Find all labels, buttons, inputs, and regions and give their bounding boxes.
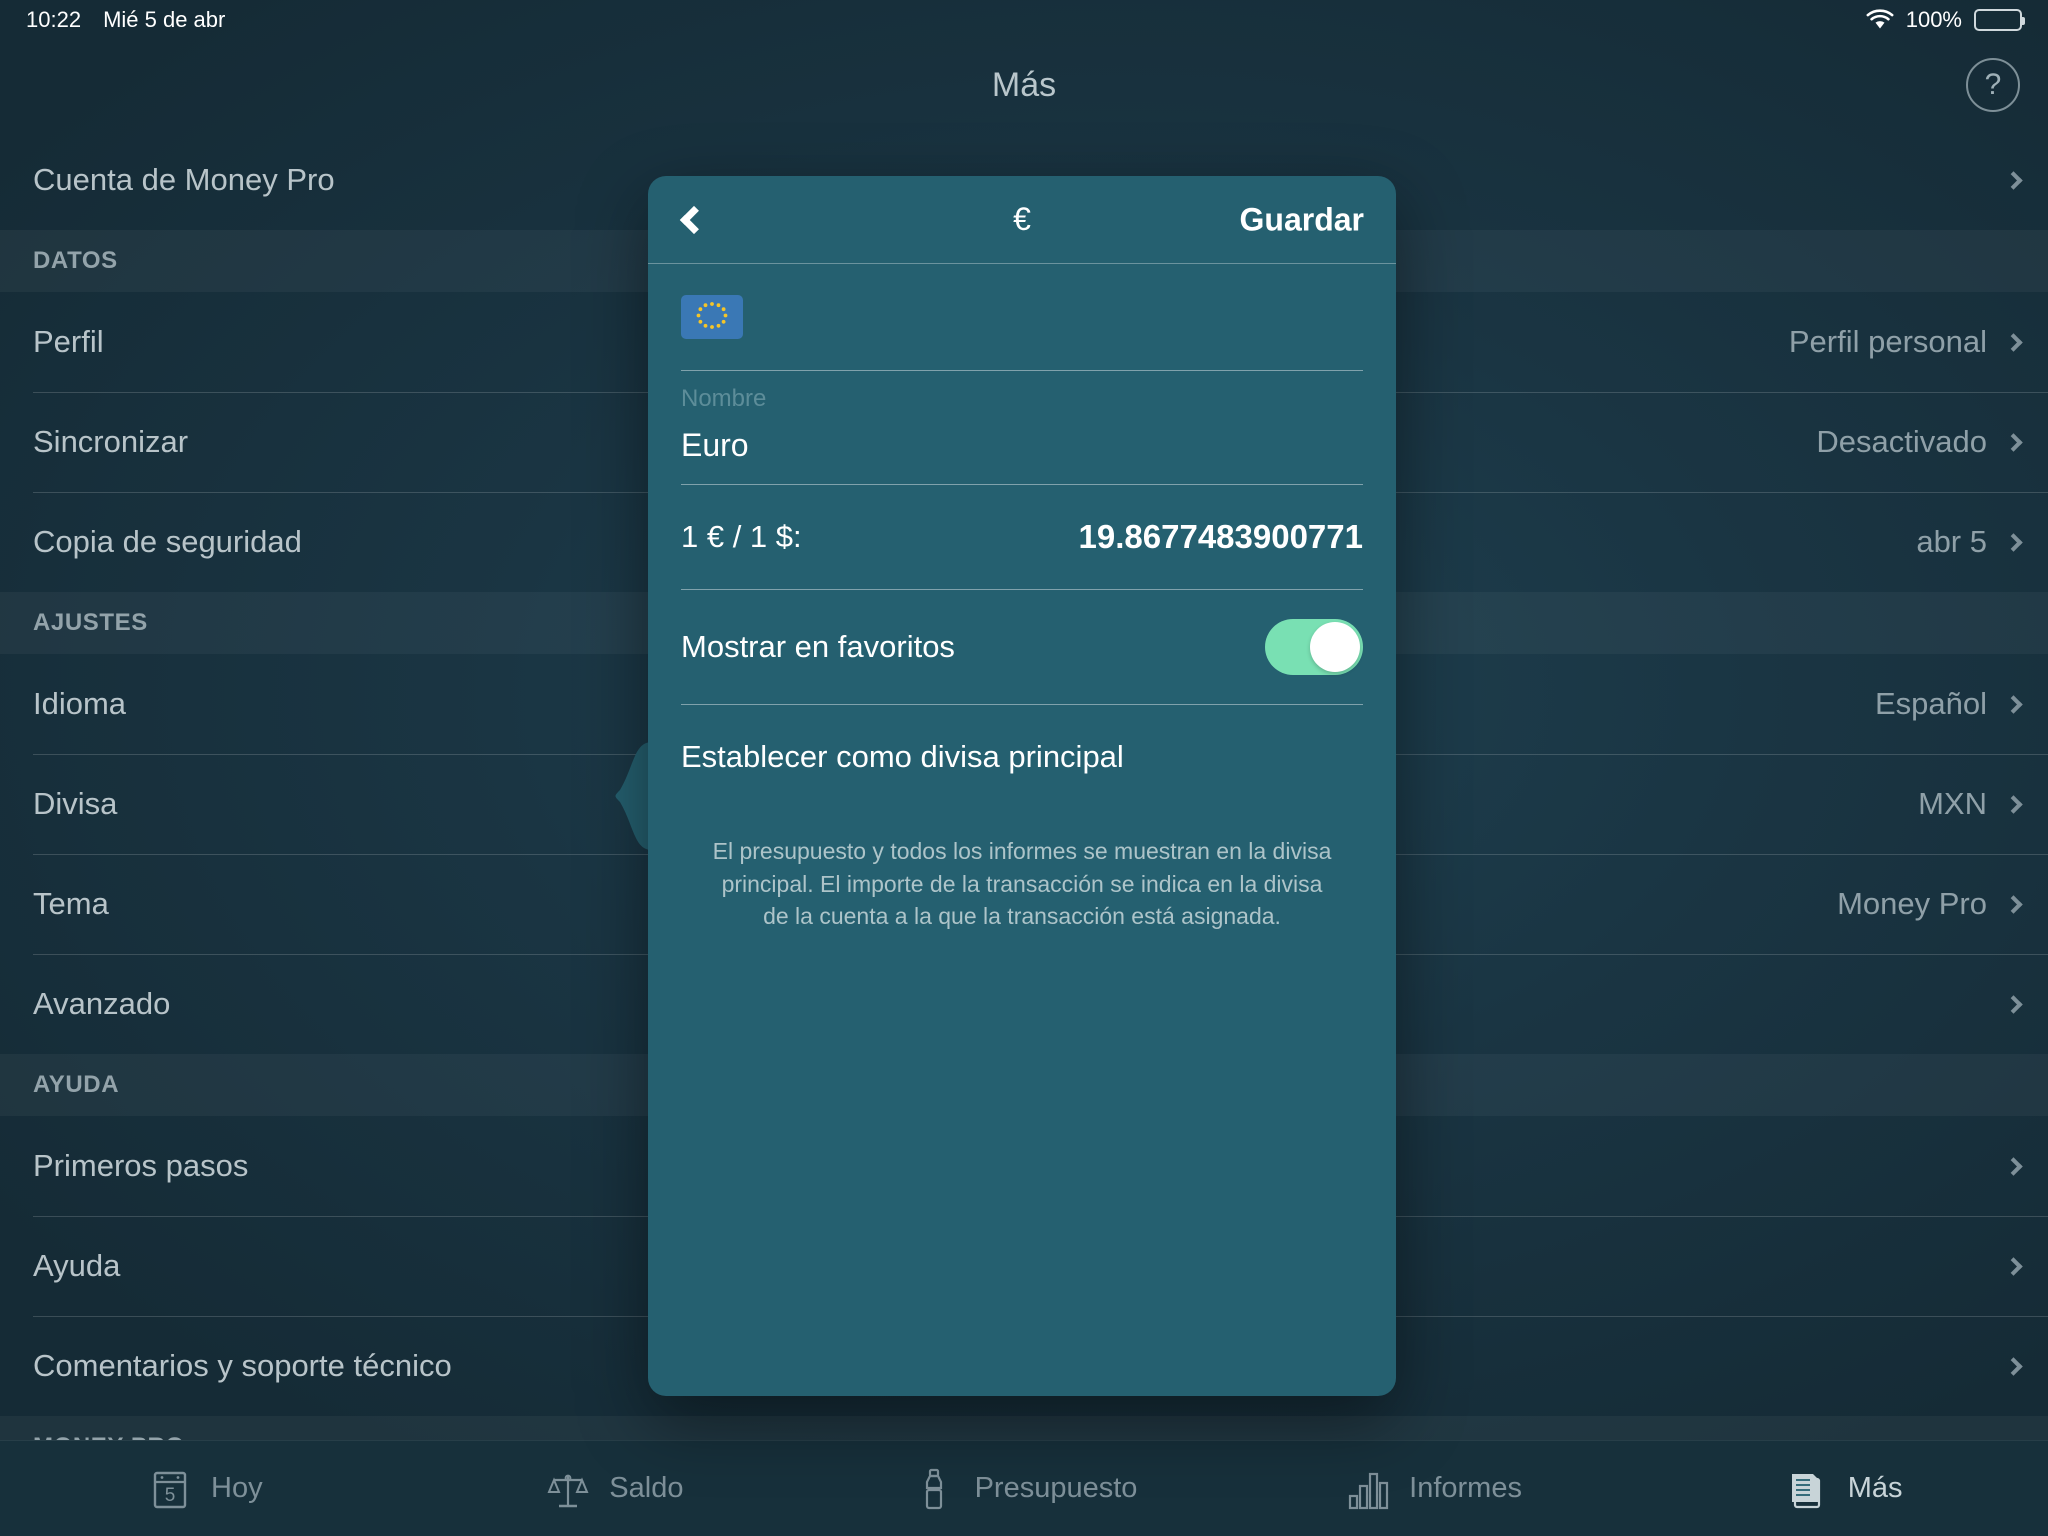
popover-body: Nombre Euro 1 € / 1 $: 19.8677483900771 … — [648, 264, 1396, 809]
row-label: Primeros pasos — [33, 1148, 249, 1183]
svg-text:5: 5 — [165, 1485, 176, 1506]
row-label: Tema — [33, 886, 109, 921]
chevron-right-icon — [2004, 1256, 2023, 1276]
row-label: Ayuda — [33, 1248, 121, 1283]
popover-header: € Guardar — [648, 176, 1396, 264]
nav-bar: Más ? — [0, 40, 2048, 130]
status-bar: 10:22 Mié 5 de abr 100% — [0, 0, 2048, 40]
show-in-favorites-label: Mostrar en favoritos — [681, 629, 955, 664]
status-time: 10:22 — [26, 7, 82, 32]
question-circle-icon[interactable]: ? — [1966, 58, 2020, 112]
row-value: abr 5 — [1916, 524, 1987, 559]
status-date: Mié 5 de abr — [103, 7, 226, 32]
tab-label: Más — [1847, 1472, 1903, 1504]
tab-bar: 5 Hoy Saldo Presupuesto Informes Más — [0, 1440, 2048, 1536]
row-value: Desactivado — [1816, 424, 1987, 459]
popover-note: El presupuesto y todos los informes se m… — [712, 838, 1332, 930]
chevron-right-icon — [2004, 1156, 2023, 1176]
popover-title: € — [1013, 201, 1031, 237]
tab-hoy[interactable]: 5 Hoy — [0, 1466, 410, 1512]
tab-informes[interactable]: Informes — [1229, 1466, 1639, 1512]
row-label: Comentarios y soporte técnico — [33, 1348, 452, 1383]
exchange-rate-row[interactable]: 1 € / 1 $: 19.8677483900771 — [681, 485, 1363, 589]
row-label: Copia de seguridad — [33, 524, 302, 559]
bar-chart-icon — [1345, 1466, 1391, 1512]
row-label: Divisa — [33, 786, 118, 821]
page-title: Más — [991, 65, 1057, 104]
row-value: Español — [1874, 686, 1987, 721]
chevron-right-icon — [2004, 794, 2023, 814]
chevron-right-icon — [2004, 994, 2023, 1014]
battery-full-icon — [1974, 9, 2025, 31]
chevron-right-icon — [2004, 170, 2023, 190]
set-as-main-currency-button[interactable]: Establecer como divisa principal — [681, 705, 1363, 809]
save-button[interactable]: Guardar — [1240, 201, 1364, 238]
tab-label: Saldo — [609, 1472, 684, 1504]
row-label: Sincronizar — [33, 424, 189, 459]
chevron-right-icon — [2004, 432, 2023, 452]
documents-icon — [1784, 1466, 1830, 1512]
chevron-right-icon — [2004, 332, 2023, 352]
currency-name-field[interactable]: Nombre Euro — [681, 371, 1363, 484]
chevron-left-icon[interactable] — [672, 198, 716, 242]
exchange-rate-value: 19.8677483900771 — [1078, 518, 1363, 555]
eu-flag-icon — [681, 295, 743, 339]
row-label: Idioma — [33, 686, 127, 721]
tab-label: Informes — [1409, 1472, 1522, 1504]
chevron-right-icon — [2004, 894, 2023, 914]
wifi-icon — [1866, 9, 1894, 31]
name-field-value: Euro — [681, 427, 749, 463]
chevron-right-icon — [2004, 532, 2023, 552]
scales-icon — [545, 1466, 591, 1512]
battery-percent: 100% — [1905, 7, 1962, 32]
show-in-favorites-row[interactable]: Mostrar en favoritos — [681, 590, 1363, 704]
tab-presupuesto[interactable]: Presupuesto — [819, 1466, 1229, 1512]
toggle-knob — [1310, 622, 1360, 672]
row-value: Money Pro — [1837, 886, 1987, 921]
row-value: MXN — [1918, 786, 1987, 821]
exchange-rate-label: 1 € / 1 $: — [681, 519, 802, 554]
tab-mas[interactable]: Más — [1638, 1466, 2048, 1512]
currency-flag-row[interactable] — [681, 264, 1363, 370]
tab-label: Hoy — [211, 1472, 263, 1504]
currency-popover: € Guardar Nombre Euro 1 € / 1 $: 19.8677… — [648, 176, 1396, 1396]
app-root: 10:22 Mié 5 de abr 100% Más ? Cuenta de … — [0, 0, 2048, 1536]
popover-arrow — [615, 742, 652, 850]
show-in-favorites-toggle[interactable] — [1265, 619, 1363, 675]
row-value: Perfil personal — [1788, 324, 1987, 359]
row-label: Avanzado — [33, 986, 171, 1021]
tab-saldo[interactable]: Saldo — [410, 1466, 820, 1512]
chevron-right-icon — [2004, 694, 2023, 714]
name-field-label: Nombre — [681, 385, 767, 412]
calendar-icon: 5 — [147, 1466, 193, 1512]
set-as-main-currency-label: Establecer como divisa principal — [681, 739, 1124, 774]
chevron-right-icon — [2004, 1356, 2023, 1376]
row-label: Cuenta de Money Pro — [33, 162, 335, 197]
row-label: Perfil — [33, 324, 104, 359]
bottle-icon — [911, 1466, 957, 1512]
tab-label: Presupuesto — [974, 1472, 1138, 1504]
